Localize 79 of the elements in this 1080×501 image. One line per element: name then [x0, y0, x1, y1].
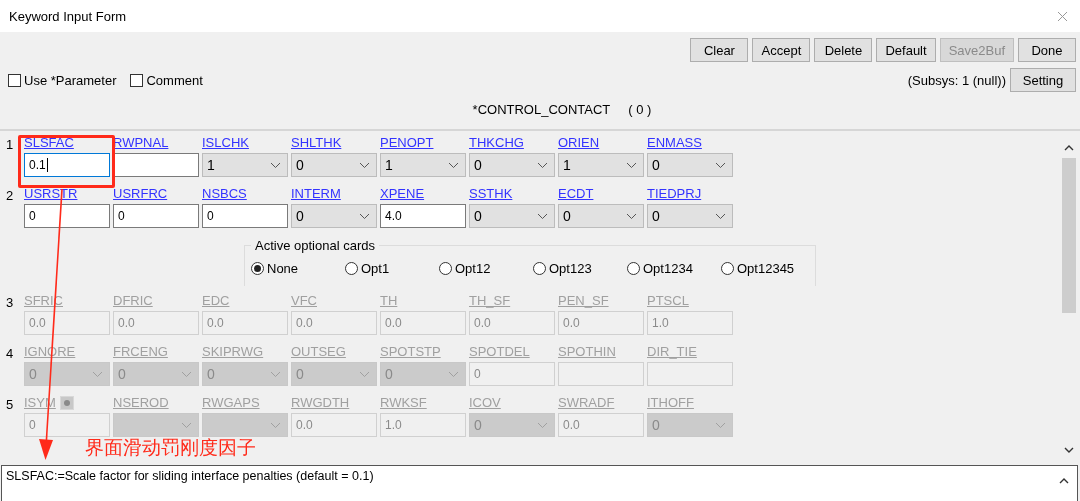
card-number: 2 — [6, 187, 15, 205]
checkbox[interactable]: Use *Parameter — [8, 72, 117, 88]
group-title: Active optional cards — [254, 238, 376, 253]
chevron-down-icon — [448, 370, 459, 378]
keyword-title: *CONTROL_CONTACT — [472, 102, 611, 117]
dropdown[interactable]: 1 — [558, 153, 644, 177]
window-title: Keyword Input Form — [9, 8, 127, 24]
chevron-down-icon — [270, 161, 281, 169]
chevron-down-icon — [537, 161, 548, 169]
dropdown[interactable]: 0 — [291, 204, 377, 228]
subsystem-label: (Subsys: 1 (null)) — [907, 72, 1006, 88]
field-label-link[interactable]: PENOPT — [380, 135, 434, 150]
field-label-link[interactable]: SLSFAC — [24, 135, 74, 150]
radio-option[interactable]: Opt12345 — [721, 261, 811, 276]
close-icon[interactable] — [1057, 10, 1068, 22]
toolbar-button[interactable]: Clear — [690, 38, 749, 62]
scroll-up-icon[interactable] — [1064, 144, 1074, 151]
radio-option[interactable]: Opt1234 — [627, 261, 721, 276]
chevron-down-icon — [181, 421, 192, 429]
card-number: 5 — [6, 396, 15, 414]
radio-option[interactable]: None — [251, 261, 345, 276]
radio-option[interactable]: Opt12 — [439, 261, 533, 276]
radio-option[interactable]: Opt123 — [533, 261, 627, 276]
dropdown[interactable]: 0 — [558, 204, 644, 228]
field-label-link[interactable]: SSTHK — [469, 186, 513, 201]
chevron-down-icon — [448, 161, 459, 169]
card-number: 1 — [6, 136, 15, 154]
setting-button[interactable]: Setting — [1010, 68, 1076, 92]
field-label-link[interactable]: XPENE — [380, 186, 425, 201]
annotation-text: 界面滑动罚刚度因子 — [85, 438, 256, 457]
field-label-link[interactable]: ISLCHK — [202, 135, 249, 150]
help-text: SLSFAC:=Scale factor for sliding interface penalties (default = 0.1) — [5, 468, 375, 485]
scroll-up-icon[interactable] — [1059, 477, 1069, 484]
checkbox[interactable]: Comment — [130, 72, 203, 88]
card-number: 4 — [6, 345, 15, 363]
chevron-down-icon — [270, 370, 281, 378]
field-label-link[interactable]: SHLTHK — [291, 135, 342, 150]
field-label-link[interactable]: ORIEN — [558, 135, 600, 150]
scroll-down-icon[interactable] — [1064, 447, 1074, 454]
chevron-down-icon — [626, 161, 637, 169]
chevron-down-icon — [715, 161, 726, 169]
field-label-link[interactable]: INTERM — [291, 186, 341, 201]
chevron-down-icon — [270, 421, 281, 429]
chevron-down-icon — [537, 421, 548, 429]
card-number: 3 — [6, 294, 15, 312]
toolbar-button[interactable]: Done — [1018, 38, 1076, 62]
chevron-down-icon — [359, 212, 370, 220]
radio-option[interactable]: Opt1 — [345, 261, 439, 276]
input-field[interactable]: 0.1 — [24, 153, 110, 177]
chevron-down-icon — [626, 212, 637, 220]
toolbar-button[interactable]: Delete — [814, 38, 873, 62]
chevron-down-icon — [92, 370, 103, 378]
chevron-down-icon — [359, 370, 370, 378]
chevron-down-icon — [537, 212, 548, 220]
input-field[interactable]: 0 — [24, 204, 110, 228]
input-field[interactable]: 0 — [113, 204, 199, 228]
chevron-down-icon — [715, 421, 726, 429]
field-label-link[interactable]: NSBCS — [202, 186, 247, 201]
input-field[interactable]: 4.0 — [380, 204, 466, 228]
chevron-down-icon — [181, 370, 192, 378]
dropdown[interactable]: 0 — [647, 204, 733, 228]
input-field[interactable] — [113, 153, 199, 177]
keyword-count: ( 0 ) — [628, 102, 652, 117]
toolbar-button[interactable]: Default — [876, 38, 936, 62]
dropdown[interactable]: 0 — [469, 204, 555, 228]
field-label-link[interactable]: THKCHG — [469, 135, 524, 150]
field-label-link[interactable]: ECDT — [558, 186, 594, 201]
input-field[interactable]: 0 — [202, 204, 288, 228]
field-label-link[interactable]: USRFRC — [113, 186, 168, 201]
dropdown[interactable]: 0 — [647, 153, 733, 177]
toolbar-button[interactable]: Accept — [752, 38, 811, 62]
chevron-down-icon — [715, 212, 726, 220]
dropdown[interactable]: 1 — [202, 153, 288, 177]
dropdown[interactable]: 0 — [469, 153, 555, 177]
dropdown[interactable]: 0 — [291, 153, 377, 177]
dropdown[interactable]: 1 — [380, 153, 466, 177]
field-label-link[interactable]: TIEDPRJ — [647, 186, 702, 201]
field-label-link[interactable]: ENMASS — [647, 135, 702, 150]
chevron-down-icon — [359, 161, 370, 169]
